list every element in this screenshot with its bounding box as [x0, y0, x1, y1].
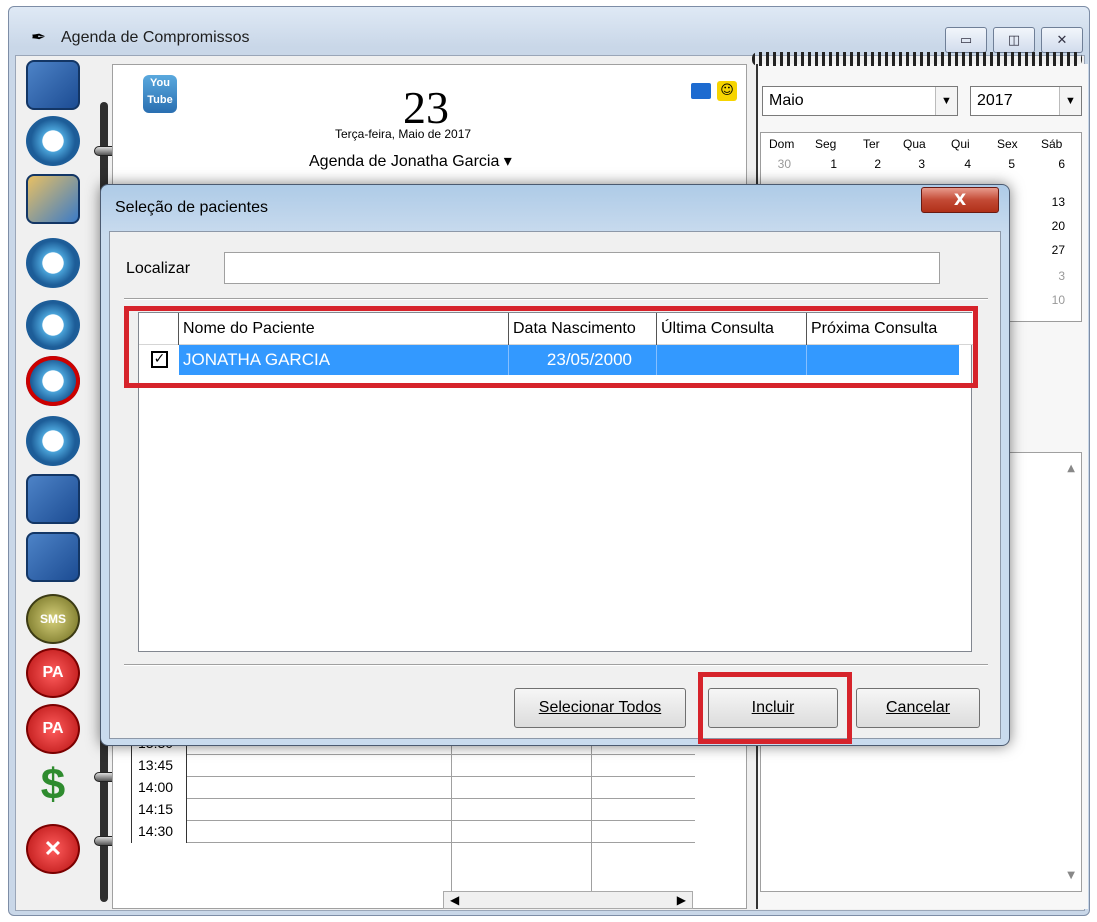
scroll-right-icon[interactable]: ▶ [677, 893, 686, 907]
calendar-day[interactable]: 4 [951, 157, 971, 171]
divider [124, 664, 988, 666]
smiley-icon[interactable]: ☺ [717, 81, 737, 101]
exit-icon[interactable]: ✕ [26, 824, 80, 874]
year-value: 2017 [977, 92, 1013, 109]
select-all-label: Selecionar Todos [538, 699, 662, 716]
restore-icon: ◫ [1007, 32, 1021, 48]
cancel-label: Cancelar [885, 699, 951, 716]
schedule-book-icon[interactable] [26, 238, 80, 288]
restore-button[interactable]: ◫ [993, 27, 1035, 53]
pa-icon[interactable]: PA [26, 648, 80, 698]
dialog-title: Seleção de pacientes [115, 199, 268, 216]
year-select[interactable]: 2017 ▼ [970, 86, 1082, 116]
time-row[interactable]: 13:45 [131, 755, 695, 777]
contacts-book-icon[interactable] [26, 60, 80, 110]
time-label: 14:00 [131, 777, 187, 799]
appointments-clock-icon[interactable] [26, 116, 80, 166]
divider [124, 298, 988, 300]
spiral-binding [752, 52, 1082, 66]
close-icon: ✕ [1056, 32, 1068, 48]
add-appointment-icon[interactable] [26, 416, 80, 466]
monitor-icon[interactable] [691, 83, 711, 99]
time-row[interactable]: 14:30 [131, 821, 695, 843]
left-toolbar: SMS PA PA $ ✕ [16, 56, 98, 912]
calendar-day[interactable]: 30 [771, 157, 791, 171]
scroll-down-icon[interactable]: ▼ [1067, 870, 1075, 881]
patient-selection-dialog: Seleção de pacientes X Localizar Nome do… [100, 184, 1010, 746]
calendar-day[interactable]: 2 [861, 157, 881, 171]
time-grid: 13:30 13:45 14:00 14:15 14:30 [131, 733, 695, 909]
time-row[interactable]: 14:00 [131, 777, 695, 799]
select-all-button[interactable]: Selecionar Todos [514, 688, 686, 728]
search-label: Localizar [126, 260, 191, 277]
horizontal-scrollbar[interactable]: ◀ ▶ [443, 891, 693, 909]
weekday-header: Ter [863, 137, 880, 151]
close-window-button[interactable]: ✕ [1041, 27, 1083, 53]
day-description: Terça-feira, Maio de 2017 [335, 127, 472, 141]
cancel-button[interactable]: Cancelar [856, 688, 980, 728]
highlight-box-grid [124, 306, 978, 388]
lock-book-icon[interactable] [26, 474, 80, 524]
dialog-close-button[interactable]: X [921, 187, 999, 213]
weekday-header: Qui [951, 137, 970, 151]
weekday-header: Sáb [1041, 137, 1063, 151]
delete-appointment-icon[interactable] [26, 356, 80, 406]
time-label: 14:30 [131, 821, 187, 843]
grid-column-divider [451, 733, 452, 909]
app-logo-icon: ✒ [31, 27, 47, 48]
lock-book-2-icon[interactable] [26, 532, 80, 582]
weekday-header: Sex [997, 137, 1018, 151]
dollar-icon[interactable]: $ [26, 760, 80, 810]
month-select[interactable]: Maio ▼ [762, 86, 958, 116]
time-label: 14:15 [131, 799, 187, 821]
calendar-day[interactable]: 3 [1045, 269, 1065, 283]
scroll-up-icon[interactable]: ▲ [1067, 463, 1075, 474]
calendar-day[interactable]: 1 [817, 157, 837, 171]
sms-icon[interactable]: SMS [26, 594, 80, 644]
chevron-down-icon[interactable]: ▼ [1059, 87, 1081, 115]
calendar-day[interactable]: 10 [1045, 293, 1065, 307]
weekday-header: Qua [903, 137, 926, 151]
youtube-icon[interactable]: You Tube [143, 75, 177, 113]
window-title: Agenda de Compromissos [61, 29, 250, 46]
calendar-day[interactable]: 6 [1045, 157, 1065, 171]
highlight-box-include [698, 672, 852, 744]
minimize-icon: ▭ [959, 32, 973, 48]
time-label: 13:45 [131, 755, 187, 777]
time-row[interactable]: 14:15 [131, 799, 695, 821]
calendar-day[interactable]: 27 [1045, 243, 1065, 257]
calendar-day[interactable]: 3 [905, 157, 925, 171]
minimize-button[interactable]: ▭ [945, 27, 987, 53]
grid-column-divider [591, 733, 592, 909]
calendar-day[interactable]: 13 [1045, 195, 1065, 209]
calendar-day[interactable]: 5 [995, 157, 1015, 171]
agenda-owner-dropdown[interactable]: Agenda de Jonatha Garcia ▾ [309, 151, 512, 171]
month-value: Maio [769, 92, 804, 109]
books-icon[interactable] [26, 174, 80, 224]
youtube-label: You Tube [147, 77, 173, 106]
weekday-header: Dom [769, 137, 795, 151]
calendar-day[interactable]: 20 [1045, 219, 1065, 233]
scroll-left-icon[interactable]: ◀ [450, 893, 459, 907]
weekday-header: Seg [815, 137, 837, 151]
title-bar[interactable]: ✒ Agenda de Compromissos ▭ ◫ ✕ [9, 7, 1089, 55]
pa-cancel-icon[interactable]: PA [26, 704, 80, 754]
search-input[interactable] [224, 252, 940, 284]
chevron-down-icon[interactable]: ▼ [935, 87, 957, 115]
multi-clock-icon[interactable] [26, 300, 80, 350]
